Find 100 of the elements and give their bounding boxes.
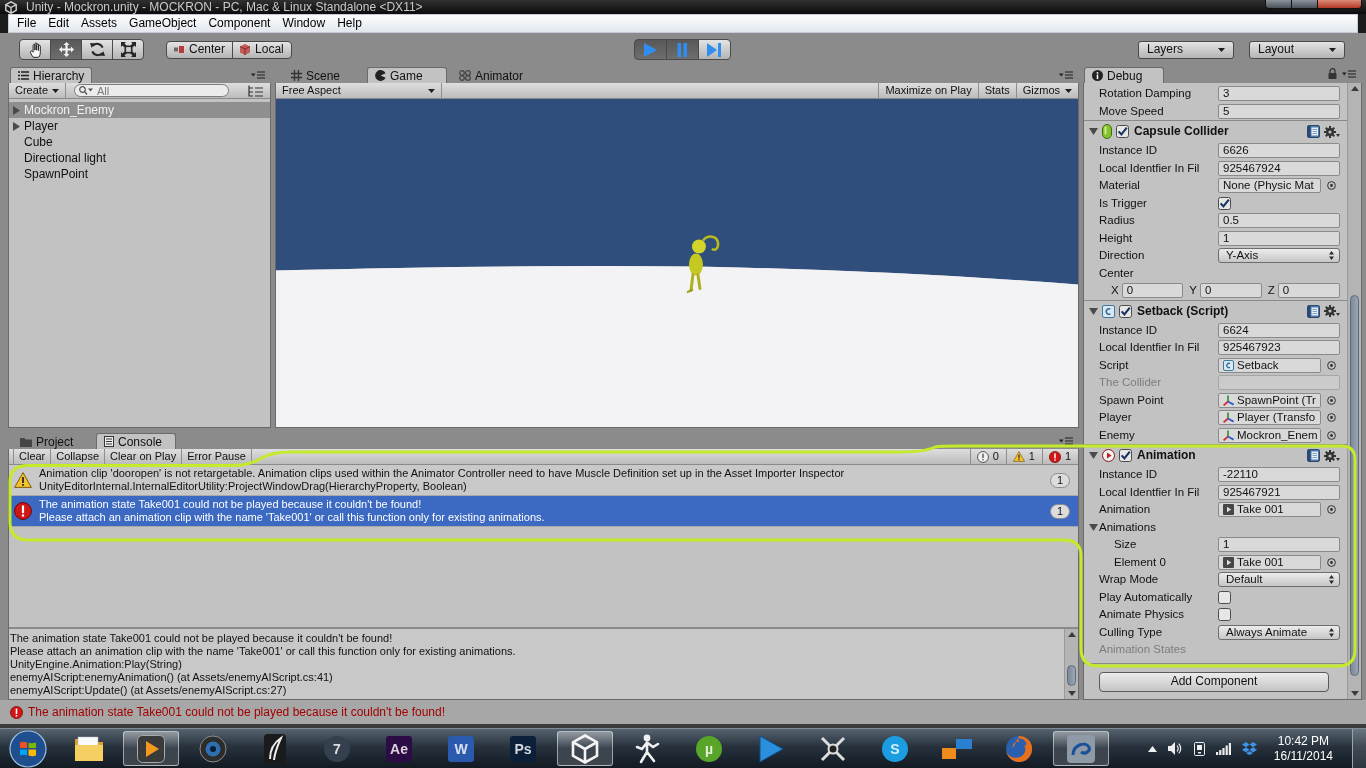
- hand-tool-button[interactable]: [19, 39, 51, 60]
- checkbox[interactable]: [1218, 196, 1231, 210]
- hierarchy-item[interactable]: Directional light: [9, 150, 270, 166]
- scroll-up-arrow-icon[interactable]: [1350, 86, 1359, 91]
- console-toolbar-button[interactable]: Collapse: [51, 449, 106, 464]
- panel-tab[interactable]: Scene: [283, 67, 363, 83]
- speaker-icon[interactable]: [1167, 742, 1183, 755]
- value-field[interactable]: 0: [1277, 283, 1340, 299]
- hierarchy-item[interactable]: Cube: [9, 134, 270, 150]
- book-icon[interactable]: [1307, 304, 1320, 318]
- book-icon[interactable]: [1307, 125, 1320, 138]
- console-toolbar-button[interactable]: Clear on Play: [105, 449, 183, 464]
- object-field[interactable]: Player (Transfo: [1218, 410, 1321, 426]
- menu-item[interactable]: Window: [276, 15, 332, 32]
- panel-tab[interactable]: Animator: [451, 67, 532, 83]
- search-field[interactable]: All: [74, 84, 230, 97]
- value-field[interactable]: -22110: [1218, 467, 1340, 483]
- panel-tab[interactable]: Console: [96, 433, 176, 449]
- toolbar-toggle[interactable]: Maximize on Play: [878, 83, 978, 98]
- menu-item[interactable]: File: [11, 15, 43, 32]
- checkbox[interactable]: [1119, 449, 1132, 462]
- log-entry[interactable]: [9, 465, 1078, 496]
- figure-icon[interactable]: [633, 733, 661, 764]
- logo-tile[interactable]: Ae: [386, 735, 412, 762]
- foldout-label[interactable]: Animations: [1099, 520, 1156, 534]
- panel-menu-icon[interactable]: [1342, 69, 1356, 78]
- object-field[interactable]: Mockron_Enem: [1218, 427, 1321, 443]
- panel-tab[interactable]: Hierarchy: [10, 67, 93, 83]
- gear-icon[interactable]: [1324, 125, 1340, 138]
- scale-tool-button[interactable]: [112, 39, 144, 60]
- show-desktop-button[interactable]: [1352, 729, 1366, 768]
- vertical-scrollbar[interactable]: [1064, 629, 1078, 699]
- foldout-arrow-icon[interactable]: [1089, 128, 1098, 135]
- console-toolbar-button[interactable]: Clear: [13, 449, 52, 464]
- chevron-up-icon[interactable]: [1147, 745, 1157, 752]
- aspect-dropdown[interactable]: Free Aspect: [276, 83, 442, 98]
- menu-item[interactable]: Component: [202, 15, 277, 32]
- panel-tab[interactable]: Project: [12, 433, 92, 449]
- menu-item[interactable]: Assets: [75, 15, 124, 32]
- logo-tile[interactable]: Ps: [510, 735, 536, 762]
- swirl-globe-icon[interactable]: [1005, 734, 1033, 763]
- dropdown-field[interactable]: Default: [1218, 572, 1340, 588]
- value-field[interactable]: 6624: [1218, 322, 1340, 338]
- play-button[interactable]: [633, 39, 667, 60]
- value-field[interactable]: 3: [1218, 86, 1340, 102]
- vertical-scrollbar[interactable]: [1347, 83, 1361, 699]
- clock-time[interactable]: 10:42 PM: [1277, 733, 1330, 749]
- foldout-arrow-icon[interactable]: [1089, 523, 1098, 531]
- value-field[interactable]: 5: [1218, 103, 1340, 119]
- object-field[interactable]: Take 001: [1218, 502, 1321, 518]
- lens-icon[interactable]: [199, 734, 227, 763]
- start-button[interactable]: [9, 729, 47, 768]
- object-field[interactable]: Setback: [1218, 357, 1321, 373]
- value-field[interactable]: 6626: [1218, 143, 1340, 159]
- folder-icon[interactable]: [74, 735, 104, 762]
- brush-stroke-icon[interactable]: [264, 733, 286, 764]
- object-picker-icon[interactable]: [1327, 557, 1336, 567]
- tree-lines-icon[interactable]: [248, 84, 264, 97]
- value-field[interactable]: 0: [1121, 283, 1184, 299]
- value-field[interactable]: 1: [1218, 230, 1340, 246]
- create-dropdown[interactable]: Create: [9, 83, 67, 98]
- object-field[interactable]: Take 001: [1218, 554, 1321, 570]
- maximize-button[interactable]: [1292, 0, 1318, 9]
- gear-icon[interactable]: [1324, 449, 1340, 462]
- clock-date[interactable]: 16/11/2014: [1273, 748, 1333, 764]
- handle-space-button[interactable]: Local: [232, 40, 292, 59]
- panel-tab[interactable]: Debug: [1084, 67, 1164, 83]
- checkbox[interactable]: [1218, 608, 1231, 622]
- toolbar-dropdown[interactable]: Layers: [1138, 40, 1234, 59]
- toolbar-dropdown[interactable]: Gizmos: [1015, 83, 1078, 98]
- minimize-button[interactable]: [1265, 0, 1292, 9]
- taskbar-button[interactable]: [1053, 731, 1109, 766]
- checkbox[interactable]: [1218, 590, 1231, 604]
- value-field[interactable]: 0.5: [1218, 213, 1340, 229]
- value-field[interactable]: 925467923: [1218, 340, 1340, 356]
- round-logo-tile[interactable]: 7: [324, 735, 350, 762]
- panel-menu-icon[interactable]: [251, 71, 265, 79]
- signal-bars-icon[interactable]: [1215, 742, 1231, 755]
- log-entry[interactable]: The animation state Take001 could not be played because it couldn't be found! Please attach an animation clip with the name 'Take001' or call this function only for existing animations. 1: [9, 496, 1078, 527]
- checkbox[interactable]: [1116, 125, 1129, 138]
- scrollbar-thumb[interactable]: [1067, 665, 1076, 686]
- counter-button[interactable]: 1: [1005, 449, 1042, 464]
- foldout-arrow-icon[interactable]: [1089, 452, 1098, 459]
- object-picker-icon[interactable]: [1327, 360, 1336, 370]
- value-field[interactable]: 925467924: [1218, 160, 1340, 176]
- value-field[interactable]: 0: [1200, 283, 1262, 299]
- hierarchy-item[interactable]: Player: [9, 118, 270, 134]
- value-field[interactable]: 1: [1218, 537, 1340, 553]
- diamond-boxes-icon[interactable]: [1241, 742, 1257, 755]
- hierarchy-item[interactable]: SpawnPoint: [9, 166, 270, 182]
- lock-icon[interactable]: [1328, 68, 1337, 79]
- blocks-icon[interactable]: [942, 738, 972, 759]
- rotate-tool-button[interactable]: [81, 39, 113, 60]
- pivot-mode-button[interactable]: Center: [166, 40, 234, 59]
- menu-item[interactable]: Edit: [42, 15, 76, 32]
- cross-ring-icon[interactable]: [819, 734, 847, 763]
- console-toolbar-button[interactable]: Error Pause: [182, 449, 252, 464]
- taskbar-button[interactable]: [557, 731, 613, 766]
- taskbar-button[interactable]: [123, 731, 179, 766]
- move-tool-button[interactable]: [50, 39, 82, 60]
